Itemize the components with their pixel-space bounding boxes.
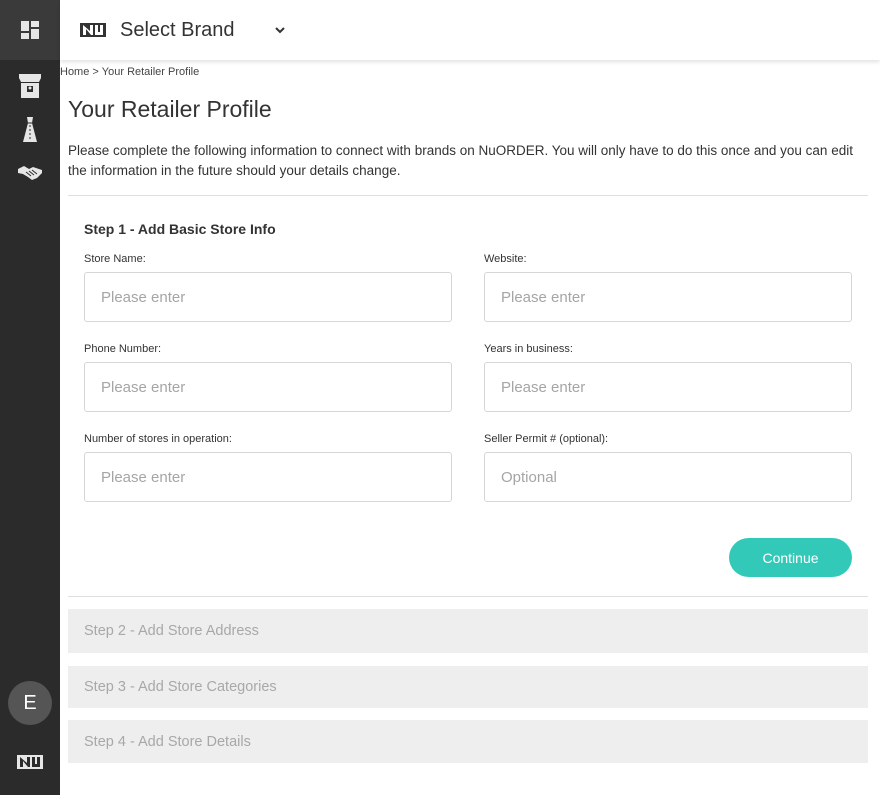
dress-icon (23, 117, 37, 142)
years-in-business-input[interactable] (484, 362, 852, 412)
sidebar-item-apparel[interactable] (0, 115, 60, 145)
page-intro: Please complete the following informatio… (68, 143, 853, 178)
divider (68, 195, 868, 196)
chevron-down-icon[interactable] (273, 23, 287, 37)
sidebar-item-nuorder-home[interactable] (0, 747, 60, 777)
sidebar-item-connections[interactable] (0, 158, 60, 188)
store-name-label: Store Name: (84, 253, 146, 265)
number-of-stores-input[interactable] (84, 452, 452, 502)
nuorder-logo-icon (17, 755, 43, 769)
phone-number-label: Phone Number: (84, 343, 162, 355)
breadcrumb: Home > Your Retailer Profile (60, 66, 199, 78)
avatar-initial: E (23, 691, 37, 714)
handshake-icon (18, 166, 42, 180)
seller-permit-label: Seller Permit # (optional): (484, 433, 609, 445)
years-in-business-label: Years in business: (484, 343, 573, 355)
number-of-stores-label: Number of stores in operation: (84, 433, 232, 445)
user-avatar[interactable]: E (8, 681, 52, 725)
breadcrumb-separator: > (92, 66, 99, 78)
top-header: Select Brand (60, 0, 880, 60)
page-title: Your Retailer Profile (68, 96, 272, 122)
step4-header[interactable]: Step 4 - Add Store Details (68, 720, 868, 763)
sidebar: E (0, 0, 60, 795)
dashboard-button[interactable] (0, 0, 60, 60)
dashboard-icon (21, 21, 39, 39)
brand-logo-icon (80, 23, 106, 37)
website-input[interactable] (484, 272, 852, 322)
seller-permit-input[interactable] (484, 452, 852, 502)
website-label: Website: (484, 253, 527, 265)
continue-button[interactable]: Continue (729, 538, 852, 577)
sidebar-item-store[interactable] (0, 71, 60, 101)
step3-header[interactable]: Step 3 - Add Store Categories (68, 666, 868, 708)
step1-title: Step 1 - Add Basic Store Info (84, 221, 276, 237)
step3-title: Step 3 - Add Store Categories (84, 679, 277, 695)
brand-select[interactable]: Select Brand (120, 19, 235, 42)
breadcrumb-current: Your Retailer Profile (101, 66, 200, 78)
step2-header[interactable]: Step 2 - Add Store Address (68, 609, 868, 653)
step2-title: Step 2 - Add Store Address (84, 623, 259, 639)
divider (68, 596, 868, 597)
store-name-input[interactable] (84, 272, 452, 322)
storefront-icon (19, 74, 41, 98)
phone-number-input[interactable] (84, 362, 452, 412)
step4-title: Step 4 - Add Store Details (84, 733, 251, 750)
breadcrumb-home-link[interactable]: Home (60, 66, 89, 78)
